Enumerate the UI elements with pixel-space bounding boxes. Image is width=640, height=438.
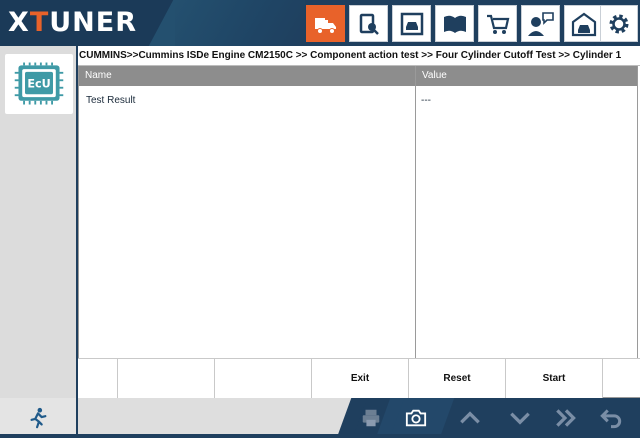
garage-car-icon — [571, 12, 596, 36]
column-header-name: Name — [85, 70, 112, 81]
scroll-up-button[interactable] — [453, 398, 487, 438]
shop-button[interactable] — [478, 5, 517, 42]
empty-button-1 — [78, 359, 118, 398]
table-row-name: Test Result — [86, 95, 136, 106]
table-header: Name Value — [79, 66, 637, 86]
main-content: CUMMINS>>Cummins ISDe Engine CM2150C >> … — [78, 46, 640, 398]
column-header-value: Value — [422, 70, 447, 81]
empty-button-2 — [118, 359, 215, 398]
double-chevron-right-icon — [556, 409, 576, 427]
special-function-icon — [359, 13, 379, 35]
left-panel: EcU — [0, 46, 78, 398]
column-divider — [415, 66, 416, 358]
scroll-down-button[interactable] — [503, 398, 537, 438]
ecu-label: EcU — [27, 78, 50, 91]
back-arrow-icon — [600, 409, 622, 429]
diagnosis-truck-icon — [314, 17, 336, 34]
feedback-user-icon — [527, 11, 554, 36]
header-stripe — [175, 0, 305, 46]
empty-button-3 — [215, 359, 312, 398]
action-button-bar: Exit Reset Start — [78, 358, 640, 398]
bottom-edge — [0, 434, 640, 438]
feedback-button[interactable] — [521, 5, 560, 42]
xtuner-logo: XTUNER — [8, 7, 138, 38]
garage-button[interactable] — [564, 5, 603, 42]
chevron-down-icon — [510, 412, 530, 425]
diagnosis-button[interactable] — [306, 5, 345, 42]
special-function-button[interactable] — [349, 5, 388, 42]
chevron-up-icon — [460, 411, 480, 424]
reset-button[interactable]: Reset — [409, 359, 506, 398]
camera-icon — [405, 409, 427, 427]
ecu-icon: EcU — [14, 62, 64, 105]
running-man-icon — [30, 407, 47, 429]
print-icon — [362, 409, 380, 427]
manual-button[interactable] — [435, 5, 474, 42]
shop-cart-icon — [486, 14, 509, 34]
back-button[interactable] — [594, 398, 628, 438]
logo-area: XTUNER — [0, 0, 175, 46]
vehicle-info-icon — [400, 12, 423, 35]
camera-button[interactable] — [396, 398, 436, 438]
settings-button[interactable] — [600, 5, 638, 42]
results-table: Name Value Test Result --- — [78, 66, 638, 358]
ecu-card[interactable]: EcU — [5, 54, 73, 114]
top-header: XTUNER — [0, 0, 640, 46]
exit-area[interactable] — [0, 398, 78, 438]
fast-forward-button[interactable] — [549, 398, 583, 438]
start-button[interactable]: Start — [506, 359, 603, 398]
table-row-value: --- — [421, 95, 431, 106]
exit-button[interactable]: Exit — [312, 359, 409, 398]
breadcrumb: CUMMINS>>Cummins ISDe Engine CM2150C >> … — [78, 46, 640, 66]
settings-gear-icon — [609, 14, 629, 33]
bottom-bar — [0, 398, 640, 438]
vehicle-info-button[interactable] — [392, 5, 431, 42]
manual-book-icon — [443, 15, 466, 33]
